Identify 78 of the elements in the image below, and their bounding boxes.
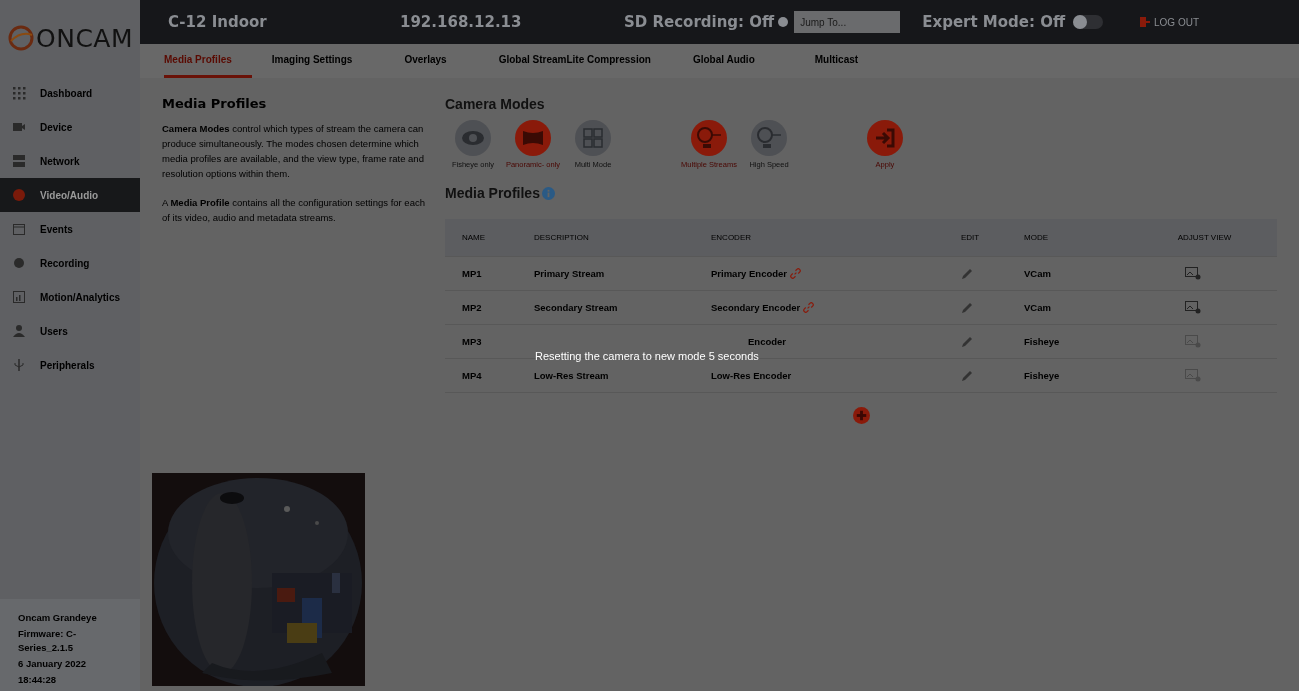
table-cell: Primary Encoder — [711, 268, 788, 279]
logout-link[interactable]: LOG OUT — [1140, 16, 1199, 28]
section-title: Media Profiles — [162, 96, 268, 111]
panorama-icon[interactable] — [515, 120, 551, 156]
grid-icon — [12, 86, 26, 100]
device-info-text: 18:44:28 — [18, 673, 58, 687]
table-cell-text: MP2 — [462, 302, 483, 313]
device-name: C-12 Indoor — [168, 13, 267, 31]
add-icon[interactable] — [852, 407, 870, 424]
expert-mode-toggle[interactable] — [1073, 15, 1104, 29]
tab[interactable]: Global StreamLite Compression — [498, 44, 671, 78]
table-cell-text: VCam — [1024, 302, 1052, 313]
tab[interactable]: Multicast — [814, 44, 879, 78]
column-header: ENCODER — [711, 233, 752, 242]
sidebar-item[interactable]: Recording — [0, 246, 140, 280]
calendar-icon — [12, 222, 26, 236]
eye-icon[interactable] — [455, 120, 491, 156]
sidebar-item[interactable]: Events — [0, 212, 140, 246]
table-cell: Low-Res Encoder — [711, 370, 792, 381]
edit-icon[interactable] — [961, 335, 973, 348]
table-cell-text: MP3 — [462, 336, 483, 347]
column-header: EDIT — [961, 233, 981, 242]
tab[interactable]: Media Profiles — [164, 44, 252, 78]
column-header: MODE — [1024, 233, 1049, 242]
section-title: Media Profiles — [445, 185, 540, 201]
sidebar-item[interactable]: Device — [0, 110, 140, 144]
table-cell-text: Fisheye — [1024, 336, 1061, 347]
table-cell-text: Secondary Stream — [534, 302, 619, 313]
tab[interactable]: Overlays — [404, 44, 467, 78]
sd-recording-status: SD Recording: Off — [624, 13, 775, 31]
user-icon — [12, 324, 26, 338]
device-info-text: Oncam Grandeye — [18, 611, 98, 625]
table-cell: Encoder — [748, 336, 786, 347]
adjust-view-icon[interactable] — [1185, 301, 1201, 314]
video-icon — [12, 188, 26, 202]
help-text: A Media Profile contains all the configuration settings for each of its video, audio and metadata streams. — [162, 196, 426, 225]
column-header: ADJUST VIEW — [1176, 233, 1233, 242]
device-info-text: 6 January 2022 — [18, 657, 88, 671]
table-cell-text: MP4 — [462, 370, 483, 381]
tab[interactable]: Global Audio — [692, 44, 775, 78]
tab[interactable]: Imaging Settings — [271, 44, 373, 78]
sidebar-item[interactable]: Motion/Analytics — [0, 280, 140, 314]
table-cell-text: VCam — [1024, 268, 1052, 279]
brand-logo: ONCAM — [36, 23, 133, 53]
ip-address: 192.168.12.13 — [400, 13, 522, 31]
edit-icon[interactable] — [961, 369, 973, 382]
sidebar-item[interactable]: Users — [0, 314, 140, 348]
expert-mode-label: Expert Mode: Off — [922, 13, 1066, 31]
sidebar-item[interactable]: Peripherals — [0, 348, 140, 382]
usb-icon — [12, 358, 26, 372]
help-text: Camera Modes control which types of stream the camera can produce simultaneously. The modes chosen determine which media profiles are available, and the view type, frame rate and resolution options within them. — [162, 122, 425, 181]
link-icon[interactable] — [803, 302, 815, 313]
dot-icon — [12, 256, 26, 270]
edit-icon[interactable] — [961, 267, 973, 280]
section-title: Camera Modes — [445, 96, 546, 112]
table-cell-text: Low-Res Stream — [534, 370, 610, 381]
status-message: Resetting the camera to new mode 5 seconds — [535, 350, 759, 362]
device-info-text: Firmware: C-Series_2.1.5 — [18, 627, 78, 655]
table-cell-text: Fisheye — [1024, 370, 1061, 381]
camera-icon — [12, 120, 26, 134]
sidebar-item[interactable]: Video/Audio — [0, 178, 140, 212]
chart-icon — [12, 290, 26, 304]
sidebar-item[interactable]: Network — [0, 144, 140, 178]
link-icon[interactable] — [790, 268, 802, 279]
jump-to-field[interactable]: Jump To... — [794, 11, 901, 33]
grid-icon[interactable] — [575, 120, 611, 156]
server-icon — [12, 154, 26, 168]
table-cell-text: Primary Stream — [534, 268, 606, 279]
logo-icon — [8, 25, 34, 51]
column-header: NAME — [462, 233, 487, 242]
sidebar-item[interactable]: Dashboard — [0, 76, 140, 110]
adjust-view-icon[interactable] — [1185, 267, 1201, 280]
column-header: DESCRIPTION — [534, 233, 590, 242]
table-cell: Secondary Encoder — [711, 302, 801, 313]
edit-icon[interactable] — [961, 301, 973, 314]
exit-icon[interactable] — [867, 120, 903, 156]
table-cell-text: MP1 — [462, 268, 483, 279]
logout-icon — [1140, 17, 1150, 27]
